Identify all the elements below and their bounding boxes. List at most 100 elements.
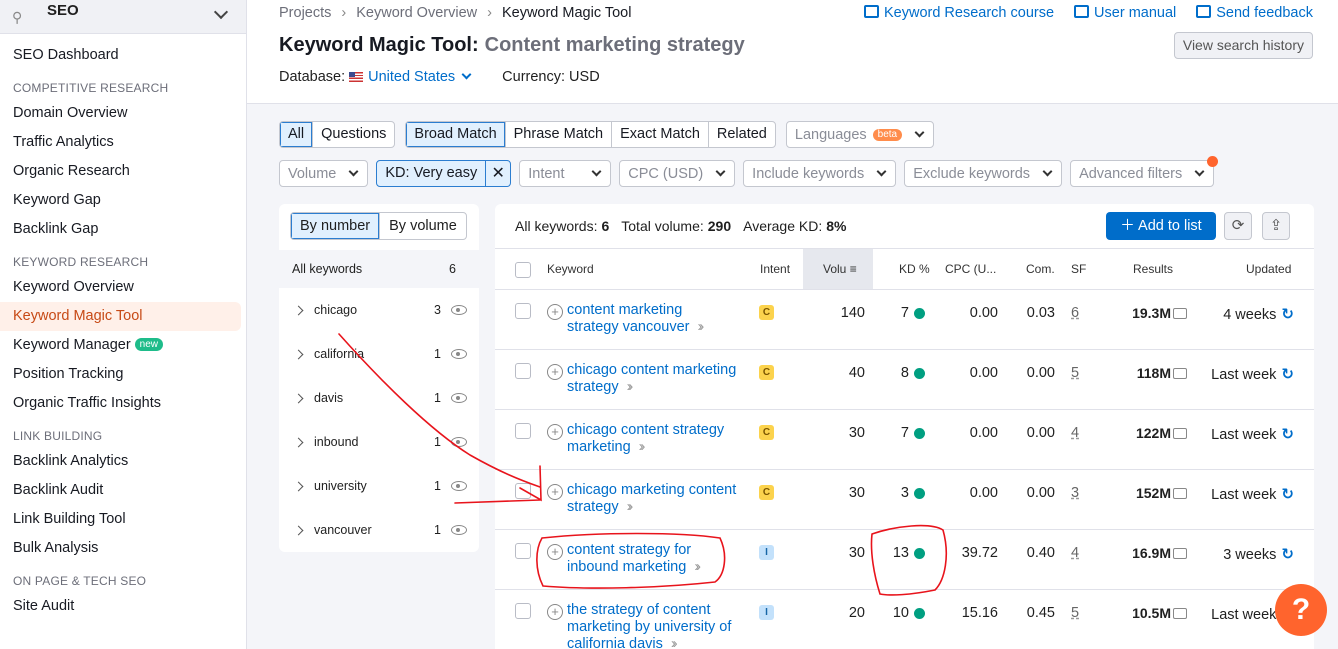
exclude-keywords-filter[interactable]: Exclude keywords: [904, 160, 1063, 187]
sidebar-item-keyword-manager[interactable]: Keyword Manager new: [0, 331, 246, 360]
sf-cell[interactable]: 5: [1071, 365, 1079, 381]
send-feedback-link[interactable]: Send feedback: [1196, 5, 1313, 21]
keyword-link[interactable]: chicago marketing content strategy ››: [567, 482, 752, 516]
row-checkbox[interactable]: [515, 603, 531, 619]
keyword-link[interactable]: the strategy of content marketing by univ…: [567, 602, 745, 649]
keyword-link[interactable]: content strategy for inbound marketing ››: [567, 542, 752, 576]
add-keyword-icon[interactable]: +: [547, 364, 563, 380]
add-keyword-icon[interactable]: +: [547, 604, 563, 620]
eye-icon[interactable]: [451, 525, 467, 535]
add-to-list-button[interactable]: ＋ Add to list: [1106, 212, 1216, 240]
serp-icon[interactable]: [1173, 488, 1187, 499]
advanced-filters[interactable]: Advanced filters: [1070, 156, 1219, 187]
eye-icon[interactable]: [451, 437, 467, 447]
eye-icon[interactable]: [451, 305, 467, 315]
col-volume[interactable]: Volu ≡: [803, 249, 873, 289]
sf-cell[interactable]: 3: [1071, 485, 1079, 501]
refresh-icon[interactable]: ↻: [1281, 306, 1294, 323]
row-checkbox[interactable]: [515, 423, 531, 439]
serp-icon[interactable]: [1173, 548, 1187, 559]
row-checkbox[interactable]: [515, 363, 531, 379]
sidebar-item-bulk-analysis[interactable]: Bulk Analysis: [0, 534, 246, 563]
col-cpc[interactable]: CPC (U...: [945, 249, 996, 289]
sidebar-item-backlink-audit[interactable]: Backlink Audit: [0, 476, 246, 505]
chevrons-right-icon[interactable]: ››: [639, 439, 645, 455]
close-icon[interactable]: ✕: [485, 161, 510, 186]
keyword-link[interactable]: chicago content marketing strategy ››: [567, 362, 752, 396]
serp-icon[interactable]: [1173, 608, 1187, 619]
sidebar-item-organic-traffic-insights[interactable]: Organic Traffic Insights: [0, 389, 246, 418]
chevrons-right-icon[interactable]: ››: [627, 379, 633, 395]
col-results[interactable]: Results: [1133, 249, 1173, 289]
serp-icon[interactable]: [1173, 368, 1187, 379]
refresh-icon[interactable]: ↻: [1281, 426, 1294, 443]
tab-related[interactable]: Related: [707, 122, 775, 147]
keyword-link[interactable]: chicago content strategy marketing ››: [567, 422, 752, 456]
include-keywords-filter[interactable]: Include keywords: [743, 160, 897, 187]
refresh-icon[interactable]: ↻: [1281, 546, 1294, 563]
user-manual-link[interactable]: User manual: [1074, 5, 1176, 21]
sidebar-item-link-building-tool[interactable]: Link Building Tool: [0, 505, 246, 534]
serp-icon[interactable]: [1173, 308, 1187, 319]
sidebar-item-keyword-gap[interactable]: Keyword Gap: [0, 186, 246, 215]
chevrons-right-icon[interactable]: ››: [627, 499, 633, 515]
eye-icon[interactable]: [451, 481, 467, 491]
tab-questions[interactable]: Questions: [312, 122, 394, 147]
group-inbound[interactable]: inbound 1: [279, 420, 479, 464]
tab-exact-match[interactable]: Exact Match: [611, 122, 708, 147]
sidebar-item-site-audit[interactable]: Site Audit: [0, 592, 246, 621]
eye-icon[interactable]: [451, 393, 467, 403]
tab-broad-match[interactable]: Broad Match: [406, 122, 505, 147]
col-com[interactable]: Com.: [1026, 249, 1055, 289]
add-keyword-icon[interactable]: +: [547, 484, 563, 500]
all-keywords-group[interactable]: All keywords 6: [279, 250, 479, 288]
export-icon[interactable]: ⇪: [1262, 212, 1290, 240]
sidebar-item-organic-research[interactable]: Organic Research: [0, 157, 246, 186]
kd-filter-chip[interactable]: KD: Very easy ✕: [376, 160, 512, 187]
col-kd[interactable]: KD %: [899, 249, 930, 289]
breadcrumb-projects[interactable]: Projects: [279, 5, 331, 21]
group-davis[interactable]: davis 1: [279, 376, 479, 420]
sidebar-item-traffic-analytics[interactable]: Traffic Analytics: [0, 128, 246, 157]
group-university[interactable]: university 1: [279, 464, 479, 508]
sidebar-item-backlink-analytics[interactable]: Backlink Analytics: [0, 447, 246, 476]
tab-phrase-match[interactable]: Phrase Match: [504, 122, 611, 147]
refresh-icon[interactable]: ↻: [1281, 486, 1294, 503]
sf-cell[interactable]: 6: [1071, 305, 1079, 321]
volume-filter[interactable]: Volume: [279, 160, 369, 187]
sidebar-item-domain-overview[interactable]: Domain Overview: [0, 99, 246, 128]
col-sf[interactable]: SF: [1071, 249, 1086, 289]
chevron-right-icon[interactable]: [293, 525, 304, 535]
serp-icon[interactable]: [1173, 428, 1187, 439]
chevrons-right-icon[interactable]: ››: [694, 559, 700, 575]
chevron-right-icon[interactable]: [293, 481, 304, 491]
languages-select[interactable]: Languages beta: [785, 121, 935, 148]
by-volume-tab[interactable]: By volume: [379, 213, 466, 239]
by-number-tab[interactable]: By number: [291, 213, 380, 239]
intent-filter[interactable]: Intent: [519, 160, 612, 187]
sidebar-item-keyword-magic-tool[interactable]: Keyword Magic Tool: [0, 302, 241, 331]
col-intent[interactable]: Intent: [760, 249, 790, 289]
keyword-link[interactable]: content marketing strategy vancouver ››: [567, 302, 752, 336]
row-checkbox[interactable]: [515, 543, 531, 559]
tab-all[interactable]: All: [280, 122, 313, 147]
chevron-right-icon[interactable]: [293, 437, 304, 447]
chevrons-right-icon[interactable]: ››: [698, 319, 704, 335]
refresh-icon[interactable]: ⟳: [1224, 212, 1252, 240]
refresh-icon[interactable]: ↻: [1281, 366, 1294, 383]
chevron-right-icon[interactable]: [293, 349, 304, 359]
col-updated[interactable]: Updated: [1246, 249, 1291, 289]
sf-cell[interactable]: 4: [1071, 545, 1079, 561]
chevron-right-icon[interactable]: [293, 305, 304, 315]
chevrons-right-icon[interactable]: ››: [671, 636, 677, 649]
row-checkbox[interactable]: [515, 303, 531, 319]
sidebar-item-position-tracking[interactable]: Position Tracking: [0, 360, 246, 389]
add-keyword-icon[interactable]: +: [547, 544, 563, 560]
keyword-research-course-link[interactable]: Keyword Research course: [863, 5, 1054, 21]
sf-cell[interactable]: 4: [1071, 425, 1079, 441]
col-keyword[interactable]: Keyword: [547, 249, 594, 289]
chevron-down-icon[interactable]: [213, 4, 229, 19]
group-chicago[interactable]: chicago 3: [279, 288, 479, 332]
sidebar-item-keyword-overview[interactable]: Keyword Overview: [0, 273, 246, 302]
group-california[interactable]: california 1: [279, 332, 479, 376]
